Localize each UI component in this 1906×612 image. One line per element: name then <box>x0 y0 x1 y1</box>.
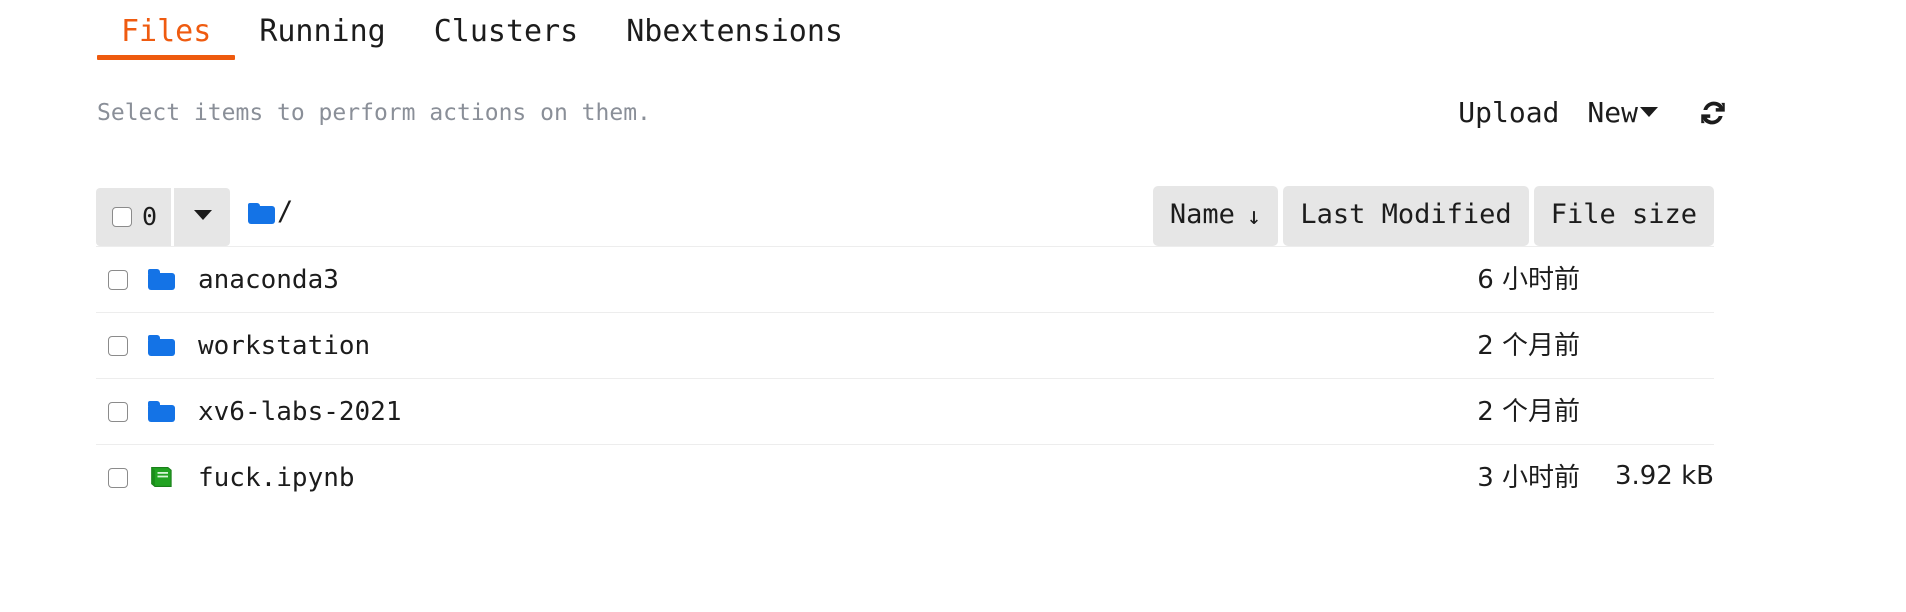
main-tabs: Files Running Clusters Nbextensions <box>97 14 867 60</box>
table-row[interactable]: fuck.ipynb 3 小时前 3.92 kB <box>96 444 1714 510</box>
list-header: 0 / Name ↓ Last Modified File size <box>96 186 1714 246</box>
column-header-file-size-label: File size <box>1550 199 1697 230</box>
row-icon-cell <box>148 379 192 444</box>
row-size <box>1584 313 1714 327</box>
column-header-last-modified-label: Last Modified <box>1300 199 1512 230</box>
select-all-button[interactable]: 0 <box>96 188 172 246</box>
new-dropdown-label: New <box>1587 96 1638 129</box>
tab-running[interactable]: Running <box>235 14 409 60</box>
folder-icon <box>148 335 175 356</box>
table-row[interactable]: xv6-labs-2021 2 个月前 <box>96 378 1714 444</box>
folder-icon <box>148 269 175 290</box>
row-checkbox-cell <box>96 247 148 312</box>
row-checkbox-cell <box>96 379 148 444</box>
row-checkbox-cell <box>96 313 148 378</box>
upload-button[interactable]: Upload <box>1444 96 1573 130</box>
refresh-button[interactable] <box>1672 98 1738 128</box>
row-size <box>1584 379 1714 393</box>
column-header-name[interactable]: Name ↓ <box>1152 186 1279 246</box>
folder-icon <box>248 202 275 224</box>
row-checkbox-cell <box>96 445 148 510</box>
sort-descending-icon: ↓ <box>1246 202 1262 230</box>
table-row[interactable]: workstation 2 个月前 <box>96 312 1714 378</box>
refresh-icon <box>1701 101 1725 125</box>
row-modified: 2 个月前 <box>1477 330 1580 361</box>
column-header-name-label: Name <box>1169 199 1235 230</box>
upload-button-label: Upload <box>1458 96 1560 129</box>
selection-hint: Select items to perform actions on them. <box>97 100 651 126</box>
row-name-workstation[interactable]: workstation <box>192 313 1284 378</box>
table-row[interactable]: anaconda3 6 小时前 <box>96 246 1714 312</box>
row-icon-cell <box>148 445 192 510</box>
tab-files-label: Files <box>121 14 212 49</box>
tab-nbextensions-label: Nbextensions <box>626 14 843 49</box>
notebook-icon <box>151 466 172 487</box>
row-name-fuck-ipynb[interactable]: fuck.ipynb <box>192 445 1284 510</box>
tab-clusters-label: Clusters <box>433 14 579 49</box>
selection-button-group: 0 <box>96 188 231 246</box>
tab-nbextensions[interactable]: Nbextensions <box>602 14 867 60</box>
row-modified: 6 小时前 <box>1477 264 1580 295</box>
row-size: 3.92 kB <box>1614 461 1714 491</box>
select-all-checkbox[interactable] <box>112 207 132 227</box>
row-modified: 2 个月前 <box>1477 396 1580 427</box>
column-headers: Name ↓ Last Modified File size <box>1152 186 1714 246</box>
file-list: anaconda3 6 小时前 workstation 2 个月前 xv6-la… <box>96 246 1714 510</box>
row-icon-cell <box>148 247 192 312</box>
row-checkbox[interactable] <box>108 401 128 422</box>
row-checkbox[interactable] <box>108 335 128 356</box>
row-checkbox[interactable] <box>108 269 128 290</box>
row-name-anaconda3[interactable]: anaconda3 <box>192 247 1284 312</box>
row-modified: 3 小时前 <box>1477 462 1580 493</box>
breadcrumb-separator: / <box>277 196 294 227</box>
row-name-xv6-labs-2021[interactable]: xv6-labs-2021 <box>192 379 1284 444</box>
toolbar-actions: Upload New <box>1444 96 1738 130</box>
tab-running-label: Running <box>259 14 386 49</box>
row-size <box>1584 247 1714 261</box>
selection-dropdown-button[interactable] <box>174 188 231 246</box>
new-dropdown-button[interactable]: New <box>1573 96 1672 130</box>
row-icon-cell <box>148 313 192 378</box>
chevron-down-icon <box>1640 107 1658 117</box>
breadcrumb[interactable]: / <box>248 194 293 232</box>
jupyter-file-browser: Files Running Clusters Nbextensions Sele… <box>0 0 1906 612</box>
column-header-last-modified[interactable]: Last Modified <box>1283 186 1529 246</box>
selected-count: 0 <box>142 202 158 231</box>
row-checkbox[interactable] <box>108 467 128 488</box>
folder-icon <box>148 401 175 422</box>
chevron-down-icon <box>194 210 213 220</box>
column-header-file-size[interactable]: File size <box>1533 186 1714 246</box>
tab-clusters[interactable]: Clusters <box>410 14 603 60</box>
tab-files[interactable]: Files <box>97 14 236 60</box>
